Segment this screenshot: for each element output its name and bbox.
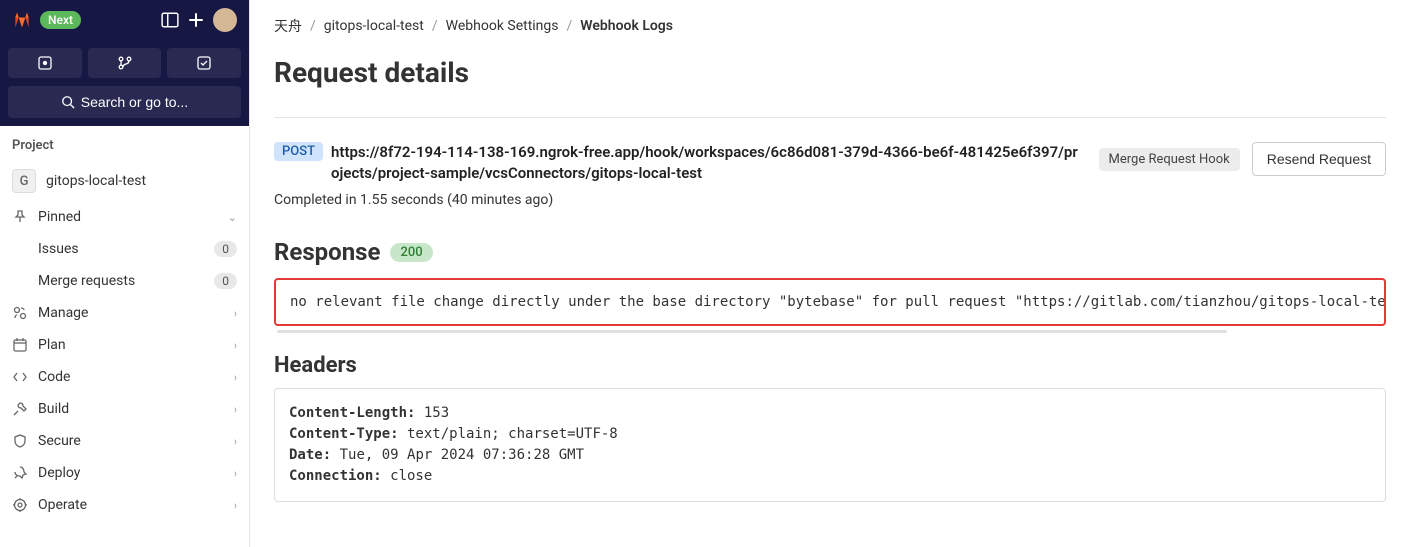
nav-issues[interactable]: Issues 0 [0,233,249,265]
crumb-separator: / [310,18,316,34]
build-icon [12,401,28,417]
sidebar-collapse-icon[interactable] [161,11,179,29]
divider [274,117,1386,118]
response-title: Response [274,238,380,266]
count-badge: 0 [214,241,237,257]
nav-pinned[interactable]: Pinned ⌄ [0,201,249,233]
shield-icon [12,433,28,449]
nav-secure[interactable]: Secure › [0,425,249,457]
request-url: https://8f72-194-114-138-169.ngrok-free.… [331,142,1078,184]
breadcrumb: 天舟 / gitops-local-test / Webhook Setting… [274,16,1386,36]
nav-plan[interactable]: Plan › [0,329,249,361]
chevron-right-icon: › [234,403,237,416]
main-content: 天舟 / gitops-local-test / Webhook Setting… [250,0,1410,547]
chevron-right-icon: › [234,339,237,352]
chevron-right-icon: › [234,467,237,480]
response-body-box: no relevant file change directly under t… [274,278,1386,326]
chevron-right-icon: › [234,499,237,512]
headers-box: Content-Length: 153 Content-Type: text/p… [274,388,1386,502]
crumb-separator: / [567,18,573,34]
topbar: Next [0,0,249,40]
resend-request-button[interactable]: Resend Request [1252,142,1386,176]
issue-action-button[interactable] [8,48,82,78]
headers-title: Headers [274,353,1386,378]
crumb-project[interactable]: gitops-local-test [324,18,424,34]
page-title: Request details [274,56,1386,89]
search-row: Search or go to... [0,86,249,126]
nav-merge-requests[interactable]: Merge requests 0 [0,265,249,297]
plus-icon[interactable] [187,11,205,29]
chevron-right-icon: › [234,307,237,320]
nav-operate[interactable]: Operate › [0,489,249,521]
nav-build[interactable]: Build › [0,393,249,425]
nav-label: Merge requests [38,273,204,289]
request-summary: POST https://8f72-194-114-138-169.ngrok-… [274,142,1386,208]
response-body-text: no relevant file change directly under t… [290,294,1370,310]
headers-text: Content-Length: 153 Content-Type: text/p… [289,403,1371,487]
crumb-separator: / [432,18,438,34]
deploy-icon [12,465,28,481]
project-header[interactable]: G gitops-local-test [0,161,249,201]
count-badge: 0 [214,273,237,289]
nav-code[interactable]: Code › [0,361,249,393]
project-section-label: Project [0,126,249,161]
nav-label: Deploy [38,465,224,481]
crumb-owner[interactable]: 天舟 [274,16,302,36]
sidebar: Next Search or go to... [0,0,250,547]
scrollbar[interactable] [277,330,1227,333]
avatar[interactable] [213,8,237,32]
project-name: gitops-local-test [46,173,146,189]
nav-label: Plan [38,337,224,353]
merge-action-button[interactable] [88,48,162,78]
crumb-current: Webhook Logs [580,18,673,34]
chevron-right-icon: › [234,435,237,448]
code-icon [12,369,28,385]
nav-label: Build [38,401,224,417]
nav-label: Issues [38,241,204,257]
completed-text: Completed in 1.55 seconds (40 minutes ag… [274,192,1079,208]
operate-icon [12,497,28,513]
status-badge: 200 [390,243,432,262]
search-button[interactable]: Search or go to... [8,86,241,118]
nav-label: Secure [38,433,224,449]
hook-type-badge: Merge Request Hook [1099,148,1240,171]
action-row [0,40,249,86]
nav-manage[interactable]: Manage › [0,297,249,329]
pin-icon [12,209,28,225]
plan-icon [12,337,28,353]
nav-label: Code [38,369,224,385]
search-label: Search or go to... [81,94,188,110]
nav-label: Operate [38,497,224,513]
method-badge: POST [274,142,323,161]
nav-deploy[interactable]: Deploy › [0,457,249,489]
project-badge: G [12,169,36,193]
manage-icon [12,305,28,321]
response-title-row: Response 200 [274,238,1386,266]
todo-action-button[interactable] [167,48,241,78]
chevron-right-icon: › [234,371,237,384]
next-badge: Next [40,11,81,29]
crumb-settings[interactable]: Webhook Settings [446,18,559,34]
nav-label: Manage [38,305,224,321]
nav-label: Pinned [38,209,218,225]
chevron-down-icon: ⌄ [228,211,237,224]
gitlab-logo-icon[interactable] [12,10,32,30]
